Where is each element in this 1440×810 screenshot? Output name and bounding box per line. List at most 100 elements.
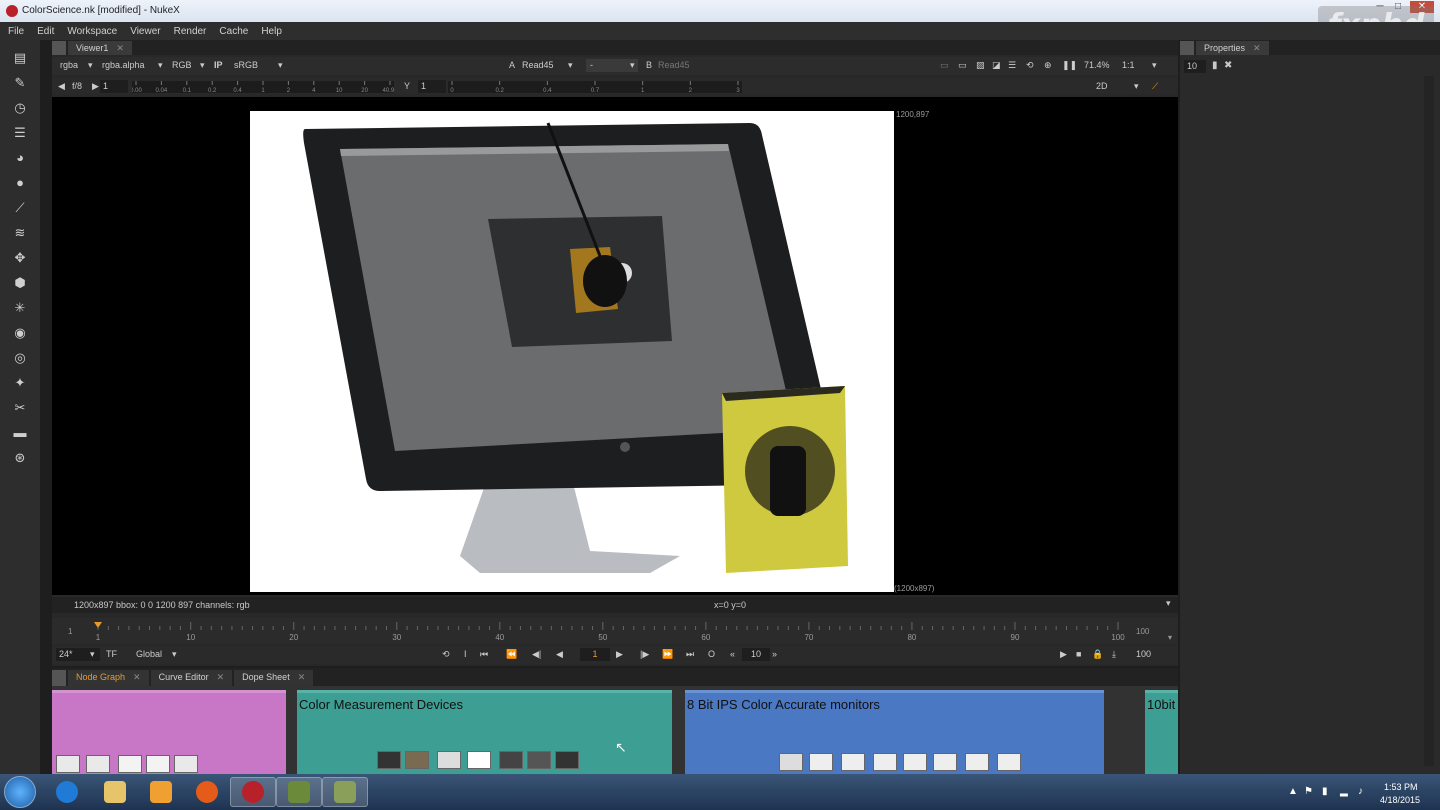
panel-menu-icon[interactable] bbox=[52, 41, 66, 55]
current-frame-input[interactable]: 1 bbox=[580, 648, 610, 661]
backdrop-8bit-monitors[interactable]: 8 Bit IPS Color Accurate monitors bbox=[685, 690, 1104, 774]
a-input-dropdown[interactable]: Read45 bbox=[522, 59, 554, 72]
in-point-button[interactable]: I bbox=[464, 648, 467, 661]
menu-file[interactable]: File bbox=[8, 26, 24, 37]
draw-tool-icon[interactable]: ✎ bbox=[12, 75, 28, 91]
keyer-tool-icon[interactable]: ⟋ bbox=[12, 200, 28, 216]
panel-menu-icon[interactable] bbox=[1180, 41, 1194, 55]
clear-panels-icon[interactable]: ✖ bbox=[1224, 60, 1232, 71]
loop-icon[interactable]: ⟲ bbox=[442, 648, 450, 661]
backdrop-color-measurement[interactable]: Color Measurement Devices ↖ bbox=[297, 690, 672, 774]
last-frame-icon[interactable]: ⏭ bbox=[686, 648, 694, 661]
menu-viewer[interactable]: Viewer bbox=[130, 26, 160, 37]
safe-area-icon[interactable]: ▭ bbox=[958, 59, 967, 72]
ratio-dropdown[interactable]: 1:1 bbox=[1122, 59, 1135, 72]
taskbar-app[interactable] bbox=[276, 777, 322, 807]
other-tool-icon[interactable]: ✂ bbox=[12, 400, 28, 416]
read-node-thumbnail[interactable] bbox=[437, 751, 461, 769]
read-node-thumbnail[interactable] bbox=[86, 755, 110, 773]
metadata-tool-icon[interactable]: ✦ bbox=[12, 375, 28, 391]
display-channel-dropdown[interactable]: RGB bbox=[172, 59, 192, 72]
out-point-button[interactable]: O bbox=[708, 648, 715, 661]
color-picker-icon[interactable]: ⟋ bbox=[1152, 80, 1158, 93]
global-dropdown[interactable]: Global bbox=[136, 648, 162, 661]
step-forward-icon[interactable]: » bbox=[772, 648, 777, 661]
3d-tool-icon[interactable]: ⬢ bbox=[12, 275, 28, 291]
close-tab-icon[interactable]: ✕ bbox=[1253, 43, 1261, 53]
read-node-thumbnail[interactable] bbox=[467, 751, 491, 769]
transform-tool-icon[interactable]: ✥ bbox=[12, 250, 28, 266]
channels-dropdown[interactable]: rgba bbox=[60, 59, 78, 72]
tab-curve-editor[interactable]: Curve Editor ✕ bbox=[150, 670, 233, 686]
read-node-thumbnail[interactable] bbox=[779, 753, 803, 771]
read-node-thumbnail[interactable] bbox=[933, 753, 957, 771]
menu-render[interactable]: Render bbox=[174, 26, 207, 37]
read-node-thumbnail[interactable] bbox=[174, 755, 198, 773]
menu-edit[interactable]: Edit bbox=[37, 26, 54, 37]
read-node-thumbnail[interactable] bbox=[56, 755, 80, 773]
close-tab-icon[interactable]: ✕ bbox=[133, 672, 141, 682]
furnace-tool-icon[interactable]: ▬ bbox=[12, 425, 28, 441]
clock-date[interactable]: 4/18/2015 bbox=[1380, 795, 1420, 805]
views-tool-icon[interactable]: ◎ bbox=[12, 350, 28, 366]
time-tool-icon[interactable]: ◷ bbox=[12, 100, 28, 116]
lut-dropdown[interactable]: sRGB bbox=[234, 59, 258, 72]
channel-tool-icon[interactable]: ☰ bbox=[12, 125, 28, 141]
first-frame-icon[interactable]: ⏮ bbox=[480, 648, 488, 661]
read-node-thumbnail[interactable] bbox=[146, 755, 170, 773]
backdrop-10bit[interactable]: 10bit bbox=[1145, 690, 1178, 774]
read-node-thumbnail[interactable] bbox=[527, 751, 551, 769]
image-tool-icon[interactable]: ▤ bbox=[12, 50, 28, 66]
proxy-icon[interactable]: ⊕ bbox=[1044, 59, 1052, 72]
read-node-thumbnail[interactable] bbox=[377, 751, 401, 769]
close-tab-icon[interactable]: ✕ bbox=[217, 672, 225, 682]
properties-scrollbar[interactable] bbox=[1424, 76, 1434, 766]
read-node-thumbnail[interactable] bbox=[841, 753, 865, 771]
export-icon[interactable]: ⤓ bbox=[1112, 648, 1116, 661]
read-node-thumbnail[interactable] bbox=[405, 751, 429, 769]
particles-tool-icon[interactable]: ✳ bbox=[12, 300, 28, 316]
tf-dropdown[interactable]: TF bbox=[106, 648, 117, 661]
color-tool-icon[interactable]: ◕ bbox=[12, 150, 28, 166]
close-tab-icon[interactable]: ✕ bbox=[298, 672, 306, 682]
alpha-dropdown[interactable]: rgba.alpha bbox=[102, 59, 145, 72]
clip-warning-icon[interactable]: ☰ bbox=[1008, 59, 1016, 72]
timeline-bar[interactable]: 1 1 10 20 30 40 50 60 70 80 90 100 100 ▾ bbox=[52, 618, 1178, 644]
tray-expand-icon[interactable]: ▲ bbox=[1288, 786, 1298, 797]
read-node-thumbnail[interactable] bbox=[809, 753, 833, 771]
gain-input[interactable]: 1 bbox=[100, 80, 128, 93]
close-tab-icon[interactable]: ✕ bbox=[116, 43, 124, 53]
prev-keyframe-icon[interactable]: ⏪ bbox=[506, 648, 517, 661]
lock-icon[interactable]: ▮ bbox=[1212, 60, 1218, 71]
network-icon[interactable]: ▂ bbox=[1340, 786, 1348, 797]
view-mode-dropdown[interactable]: 2D bbox=[1096, 80, 1108, 93]
gamma-slider[interactable]: 0 0.2 0.4 0.7 1 2 3 bbox=[448, 81, 742, 94]
zebra-icon[interactable]: ▨ bbox=[976, 59, 985, 72]
wipe-icon[interactable]: ◪ bbox=[992, 59, 1001, 72]
taskbar-firefox[interactable] bbox=[184, 777, 230, 807]
gamma-input[interactable]: 1 bbox=[418, 80, 446, 93]
read-node-thumbnail[interactable] bbox=[118, 755, 142, 773]
clock-time[interactable]: 1:53 PM bbox=[1384, 782, 1418, 792]
menu-help[interactable]: Help bbox=[261, 26, 282, 37]
volume-icon[interactable]: ♪ bbox=[1358, 786, 1363, 797]
tab-dope-sheet[interactable]: Dope Sheet ✕ bbox=[234, 670, 314, 686]
read-node-thumbnail[interactable] bbox=[903, 753, 927, 771]
frame-step-input[interactable]: 10 bbox=[742, 648, 770, 661]
b-input-dropdown[interactable]: Read45 bbox=[658, 59, 690, 72]
play-backward-icon[interactable]: ◀ bbox=[556, 648, 563, 661]
refresh-icon[interactable]: ⟲ bbox=[1026, 59, 1034, 72]
deep-tool-icon[interactable]: ◉ bbox=[12, 325, 28, 341]
roi-icon[interactable]: ▭ bbox=[940, 59, 949, 72]
read-node-thumbnail[interactable] bbox=[873, 753, 897, 771]
pause-icon[interactable]: ❚❚ bbox=[1062, 59, 1077, 72]
tab-node-graph[interactable]: Node Graph ✕ bbox=[68, 670, 149, 686]
tab-properties[interactable]: Properties ✕ bbox=[1196, 41, 1269, 55]
play-forward-icon[interactable]: ▶ bbox=[616, 648, 623, 661]
expand-info-icon[interactable]: ▾ bbox=[1166, 598, 1171, 609]
menu-workspace[interactable]: Workspace bbox=[67, 26, 117, 37]
flag-icon[interactable]: ⚑ bbox=[1304, 786, 1313, 797]
ofx-tool-icon[interactable]: ⊛ bbox=[12, 450, 28, 466]
ip-toggle-button[interactable]: IP bbox=[214, 59, 223, 72]
previous-icon[interactable]: ◀ bbox=[58, 80, 65, 93]
